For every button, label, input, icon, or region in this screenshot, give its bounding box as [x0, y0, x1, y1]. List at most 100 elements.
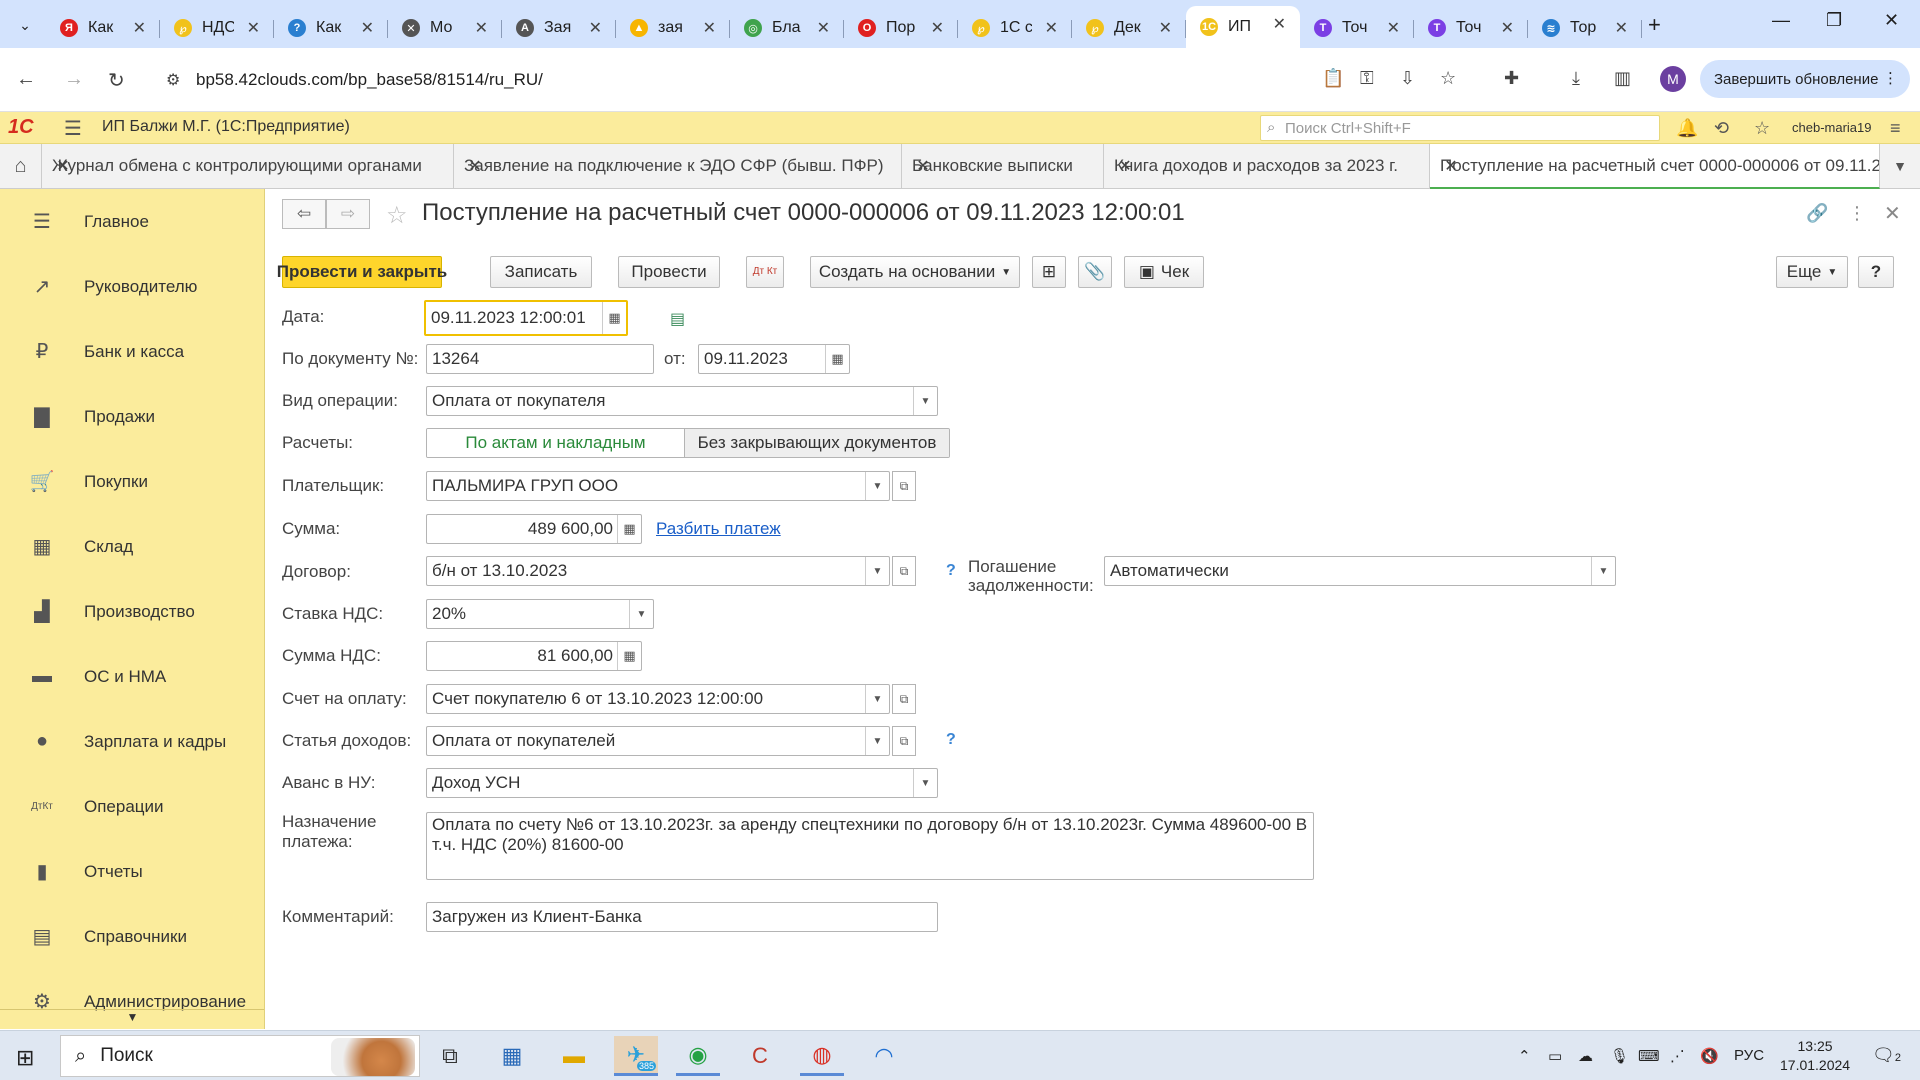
sidebar-item[interactable]: ☰ Главное — [0, 189, 264, 254]
without-closing-docs-option[interactable]: Без закрывающих документов — [685, 429, 949, 457]
browser-tab[interactable]: O Пор ✕ — [844, 10, 958, 46]
minimize-icon[interactable]: — — [1772, 10, 1790, 31]
tab-close-icon[interactable]: ✕ — [1387, 18, 1400, 38]
sidebar-item[interactable]: 🛒 Покупки — [0, 449, 264, 514]
volume-muted-icon[interactable]: 🔇 — [1700, 1047, 1719, 1065]
chevron-down-icon[interactable]: ▼ — [865, 472, 889, 500]
telegram-icon[interactable]: ✈ 385 — [614, 1036, 658, 1076]
sidebar-item[interactable]: ▟ Производство — [0, 579, 264, 644]
sidebar-item[interactable]: ↗ Руководителю — [0, 254, 264, 319]
tab-close-icon[interactable]: ✕ — [361, 18, 374, 38]
sidebar-item[interactable]: ▮ Отчеты — [0, 839, 264, 904]
structure-button[interactable]: ⊞ — [1032, 256, 1066, 288]
open-invoice-icon[interactable]: ⧉ — [892, 684, 916, 714]
tray-chevron-up-icon[interactable]: ⌃ — [1518, 1047, 1531, 1065]
add-to-favorites-icon[interactable]: ☆ — [386, 201, 408, 230]
doc-tab[interactable]: Поступление на расчетный счет 0000-00000… — [1430, 144, 1880, 189]
browser-tab[interactable]: ℘ НДС ✕ — [160, 10, 274, 46]
global-search-input[interactable]: ⌕ Поиск Ctrl+Shift+F — [1260, 115, 1660, 141]
operation-type-select[interactable]: Оплата от покупателя ▼ — [426, 386, 938, 416]
chevron-down-icon[interactable]: ▼ — [865, 557, 889, 585]
calendar-icon[interactable]: ▦ — [825, 345, 849, 373]
tab-close-icon[interactable]: ✕ — [247, 18, 260, 38]
browser-tab[interactable]: ℘ Дек ✕ — [1072, 10, 1186, 46]
browser-tab[interactable]: ≋ Тор ✕ — [1528, 10, 1642, 46]
sidebar-item[interactable]: ▇ Продажи — [0, 384, 264, 449]
finish-update-button[interactable]: Завершить обновление ⋮ — [1700, 60, 1910, 98]
open-payer-icon[interactable]: ⧉ — [892, 471, 916, 501]
home-icon[interactable]: ⌂ — [0, 144, 42, 188]
split-payment-link[interactable]: Разбить платеж — [656, 519, 781, 539]
dt-kt-button[interactable]: Дт Кт — [746, 256, 784, 288]
bell-icon[interactable]: 🔔 — [1676, 118, 1698, 139]
purpose-textarea[interactable]: Оплата по счету №6 от 13.10.2023г. за ар… — [426, 812, 1314, 880]
bookmark-star-icon[interactable]: ☆ — [1440, 68, 1456, 89]
doc-tab[interactable]: Книга доходов и расходов за 2023 г. ✕ — [1104, 144, 1430, 188]
window-close-icon[interactable]: ✕ — [1884, 10, 1899, 31]
sum-field[interactable]: 489 600,00 ▦ — [426, 514, 642, 544]
open-contract-icon[interactable]: ⧉ — [892, 556, 916, 586]
vat-sum-field[interactable]: 81 600,00 ▦ — [426, 641, 642, 671]
tab-search-chevron-icon[interactable]: ⌄ — [14, 14, 36, 36]
chevron-down-icon[interactable]: ▼ — [865, 685, 889, 713]
side-panel-icon[interactable]: ▥ — [1614, 68, 1631, 89]
sidebar-item[interactable]: ● Зарплата и кадры — [0, 709, 264, 774]
edge-like-icon[interactable]: ◠ — [862, 1036, 906, 1076]
browser-tab[interactable]: T Точ ✕ — [1414, 10, 1528, 46]
browser-menu-icon[interactable]: ⋮ — [1883, 69, 1898, 87]
nav-forward-button[interactable]: ⇨ — [326, 199, 370, 229]
chevron-down-icon[interactable]: ▼ — [1591, 557, 1615, 585]
install-app-icon[interactable]: ⇩ — [1400, 68, 1415, 89]
attachments-button[interactable]: 📎 — [1078, 256, 1112, 288]
contract-help-icon[interactable]: ? — [946, 562, 956, 580]
calculator-icon[interactable]: ▦ — [617, 642, 641, 670]
calendar-icon[interactable]: ▦ — [602, 302, 626, 334]
task-view-icon[interactable]: ⧉ — [428, 1036, 472, 1076]
browser-tab[interactable]: Я Как ✕ — [46, 10, 160, 46]
chevron-down-icon[interactable]: ▼ — [913, 387, 937, 415]
tab-close-icon[interactable]: ✕ — [1159, 18, 1172, 38]
taskbar-search[interactable]: ⌕ Поиск — [60, 1035, 420, 1077]
calculator-icon[interactable]: ▦ — [617, 515, 641, 543]
history-icon[interactable]: ⟲ — [1714, 118, 1729, 139]
income-help-icon[interactable]: ? — [946, 731, 956, 749]
sidebar-item[interactable]: ₽ Банк и касса — [0, 319, 264, 384]
network-icon[interactable]: ⋰ — [1670, 1047, 1685, 1065]
vat-rate-select[interactable]: 20% ▼ — [426, 599, 654, 629]
back-arrow-icon[interactable]: ← — [16, 68, 36, 91]
nav-back-button[interactable]: ⇦ — [282, 199, 326, 229]
save-button[interactable]: Записать — [490, 256, 592, 288]
sidebar-item[interactable]: ▬ ОС и НМА — [0, 644, 264, 709]
tab-close-icon[interactable]: ✕ — [133, 18, 146, 38]
tab-close-icon[interactable]: ✕ — [1615, 18, 1628, 38]
receipt-button[interactable]: ▣ Чек — [1124, 256, 1204, 288]
keyboard-icon[interactable]: ⌨ — [1638, 1047, 1660, 1065]
browser-tab[interactable]: ℘ 1С с ✕ — [958, 10, 1072, 46]
tab-close-icon[interactable]: ✕ — [703, 18, 716, 38]
doc-tab[interactable]: Журнал обмена с контролирующими органами… — [42, 144, 454, 188]
file-explorer-icon[interactable]: ▬ — [552, 1036, 596, 1076]
by-acts-option[interactable]: По актам и накладным — [427, 429, 685, 457]
user-name[interactable]: cheb-maria19 — [1792, 120, 1872, 135]
close-form-icon[interactable]: ✕ — [1884, 201, 1901, 226]
new-tab-button[interactable]: + — [1648, 12, 1661, 38]
browser-tab[interactable]: A Зая ✕ — [502, 10, 616, 46]
advance-select[interactable]: Доход УСН ▼ — [426, 768, 938, 798]
onedrive-cloud-icon[interactable]: ☁ — [1578, 1047, 1593, 1065]
browser-tab[interactable]: ? Как ✕ — [274, 10, 388, 46]
tab-close-icon[interactable]: ✕ — [931, 18, 944, 38]
settlements-switch[interactable]: По актам и накладным Без закрывающих док… — [426, 428, 950, 458]
more-button[interactable]: Еще ▼ — [1776, 256, 1848, 288]
contract-field[interactable]: б/н от 13.10.2023 ▼ — [426, 556, 890, 586]
doc-tab[interactable]: Банковские выписки ✕ — [902, 144, 1104, 188]
downloads-icon[interactable]: ⤓ — [1572, 68, 1580, 89]
language-indicator[interactable]: РУС — [1734, 1047, 1764, 1064]
tab-close-icon[interactable]: ✕ — [1501, 18, 1514, 38]
forward-arrow-icon[interactable]: → — [64, 68, 84, 91]
clock[interactable]: 13:25 17.01.2024 — [1780, 1037, 1850, 1075]
date-field[interactable]: 09.11.2023 12:00:01 ▦ — [424, 300, 628, 336]
chrome-icon[interactable]: ◍ — [800, 1036, 844, 1076]
browser-tab[interactable]: ▲ зая ✕ — [616, 10, 730, 46]
favorites-star-icon[interactable]: ☆ — [1754, 118, 1770, 139]
settings-menu-icon[interactable]: ≡ — [1890, 118, 1901, 139]
